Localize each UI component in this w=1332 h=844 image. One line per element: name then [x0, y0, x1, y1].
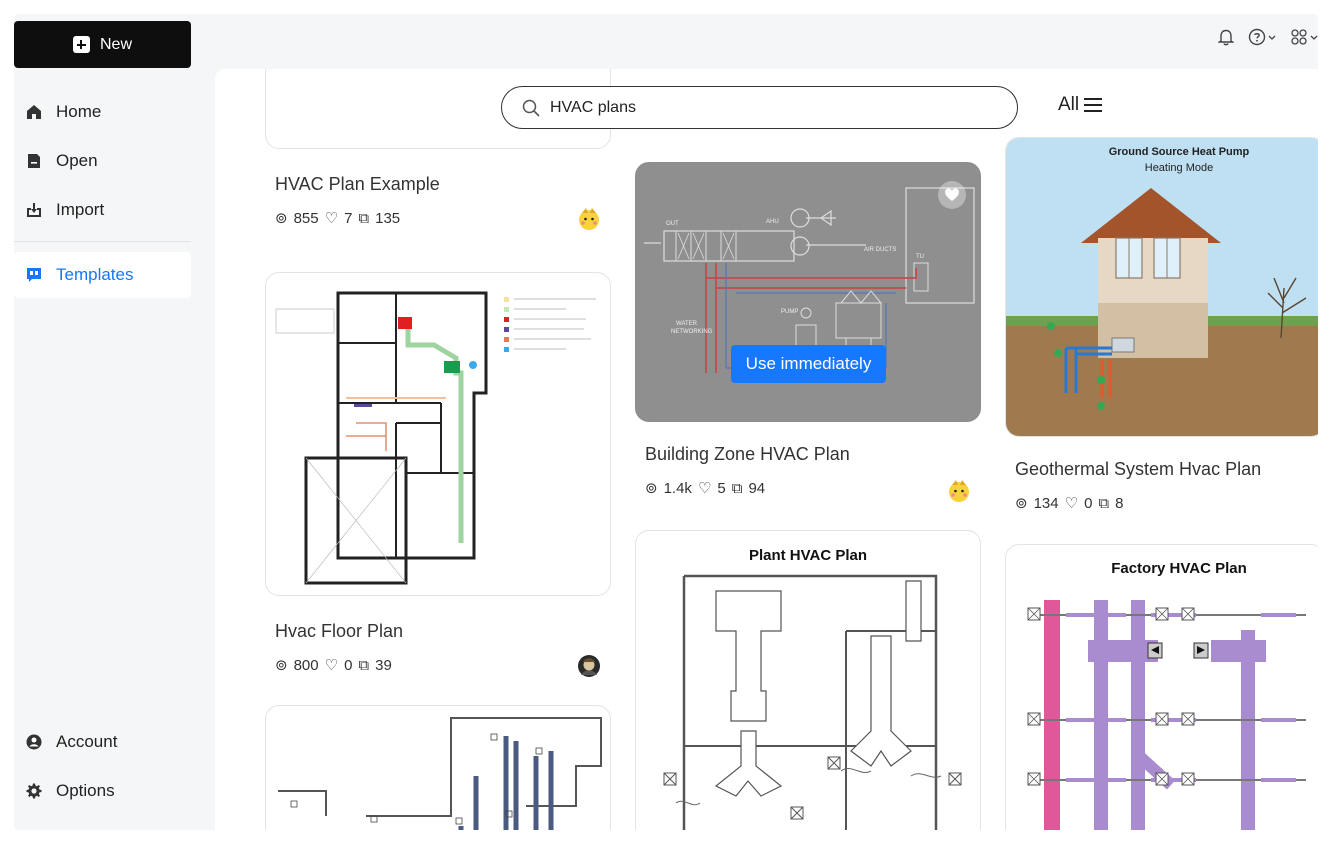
account-icon [26, 734, 42, 750]
author-avatar[interactable] [577, 207, 601, 231]
home-icon [27, 105, 41, 119]
copies-count: 8 [1115, 494, 1124, 512]
search-icon [522, 99, 540, 117]
sidebar-item-import[interactable]: Import [14, 187, 191, 233]
menu-icon [1084, 98, 1103, 112]
sidebar-item-open[interactable]: Open [14, 138, 191, 184]
bell-icon[interactable] [1218, 28, 1234, 46]
heart-icon: ♡ [697, 480, 712, 497]
filter-label: All [1058, 94, 1080, 115]
sidebar-item-templates[interactable]: Templates [14, 252, 191, 298]
template-title[interactable]: Geothermal System Hvac Plan [1015, 459, 1261, 480]
sidebar-item-label: Home [56, 102, 102, 121]
search-bar[interactable] [501, 86, 1018, 129]
heart-icon: ♡ [1064, 495, 1079, 512]
svg-text:OUT: OUT [666, 221, 679, 227]
new-button[interactable]: New [14, 21, 191, 68]
template-thumbnail-building-zone[interactable]: OUT AHU AIR DUCTS WATER NETWORKING PUMP … [635, 162, 981, 422]
eye-icon: ⊚ [645, 480, 658, 497]
copy-icon: ⧉ [358, 656, 370, 674]
author-avatar[interactable] [947, 479, 971, 503]
likes-count: 5 [717, 479, 726, 497]
likes-count: 0 [344, 656, 353, 674]
new-button-label: New [99, 35, 132, 53]
template-thumbnail-geothermal[interactable]: Ground Source Heat Pump Heating Mode [1005, 137, 1318, 437]
templates-gallery: HVAC Plan Example ⊚ 855 ♡ 7 ⧉ 135 Hvac F… [215, 69, 1318, 830]
views-count: 800 [293, 656, 319, 674]
template-title[interactable]: Building Zone HVAC Plan [645, 444, 850, 465]
template-thumbnail-factory-hvac[interactable]: Factory HVAC Plan [1005, 544, 1318, 830]
heart-icon: ♡ [324, 657, 339, 674]
svg-text:AIR DUCTS: AIR DUCTS [864, 247, 896, 253]
likes-count: 0 [1084, 494, 1093, 512]
template-stats: ⊚ 1.4k ♡ 5 ⧉ 94 [645, 479, 766, 498]
app-window: New Home Open Import Templates Account O… [14, 14, 1318, 830]
import-icon [27, 203, 41, 217]
sidebar-item-label: Options [56, 781, 115, 800]
file-icon [28, 154, 40, 168]
copies-count: 135 [375, 209, 401, 227]
eye-icon: ⊚ [275, 210, 288, 227]
gear-icon [26, 783, 42, 799]
search-input[interactable] [550, 98, 970, 117]
copy-icon: ⧉ [1098, 494, 1110, 512]
sidebar-item-account[interactable]: Account [14, 719, 191, 765]
template-thumbnail-plant-hvac[interactable]: Plant HVAC Plan [635, 530, 981, 830]
sidebar-item-label: Open [56, 151, 98, 170]
help-icon[interactable] [1248, 28, 1276, 46]
svg-text:TU: TU [916, 254, 924, 260]
template-title[interactable]: HVAC Plan Example [275, 174, 440, 195]
favorite-button[interactable] [938, 181, 966, 209]
use-immediately-button[interactable]: Use immediately [731, 345, 886, 383]
top-toolbar [1218, 28, 1318, 46]
plus-icon [72, 36, 90, 53]
template-stats: ⊚ 855 ♡ 7 ⧉ 135 [275, 209, 401, 228]
likes-count: 7 [344, 209, 353, 227]
thumbnail-subtitle: Heating Mode [1144, 162, 1214, 174]
apps-icon[interactable] [1290, 28, 1318, 46]
copies-count: 94 [748, 479, 766, 497]
chevron-down-icon [1268, 35, 1276, 40]
svg-text:PUMP: PUMP [781, 309, 798, 315]
template-thumbnail-floor-ducts[interactable] [265, 705, 611, 830]
sidebar-item-label: Account [56, 732, 118, 751]
template-thumbnail-hvac-floor-plan[interactable] [265, 272, 611, 596]
thumbnail-title: Ground Source Heat Pump [1108, 146, 1250, 158]
eye-icon: ⊚ [275, 657, 288, 674]
heart-icon: ♡ [324, 210, 339, 227]
template-stats: ⊚ 134 ♡ 0 ⧉ 8 [1015, 494, 1124, 513]
chevron-down-icon [1310, 35, 1318, 40]
sidebar-item-options[interactable]: Options [14, 768, 191, 814]
sidebar-item-home[interactable]: Home [14, 89, 191, 135]
svg-text:AHU: AHU [766, 219, 779, 225]
views-count: 855 [293, 209, 319, 227]
copies-count: 39 [375, 656, 392, 674]
sidebar-item-label: Templates [56, 265, 134, 284]
svg-text:NETWORKING: NETWORKING [671, 329, 713, 335]
heart-icon [945, 188, 959, 201]
filter-dropdown[interactable]: All [1058, 94, 1103, 116]
templates-icon [27, 268, 41, 282]
template-title[interactable]: Hvac Floor Plan [275, 621, 403, 642]
template-stats: ⊚ 800 ♡ 0 ⧉ 39 [275, 656, 392, 675]
views-count: 1.4k [663, 479, 692, 497]
author-avatar[interactable] [577, 654, 601, 678]
views-count: 134 [1033, 494, 1059, 512]
sidebar-item-label: Import [56, 200, 105, 219]
svg-text:WATER: WATER [676, 321, 698, 327]
copy-icon: ⧉ [731, 479, 743, 497]
eye-icon: ⊚ [1015, 495, 1028, 512]
copy-icon: ⧉ [358, 209, 370, 227]
sidebar-divider [14, 241, 191, 242]
